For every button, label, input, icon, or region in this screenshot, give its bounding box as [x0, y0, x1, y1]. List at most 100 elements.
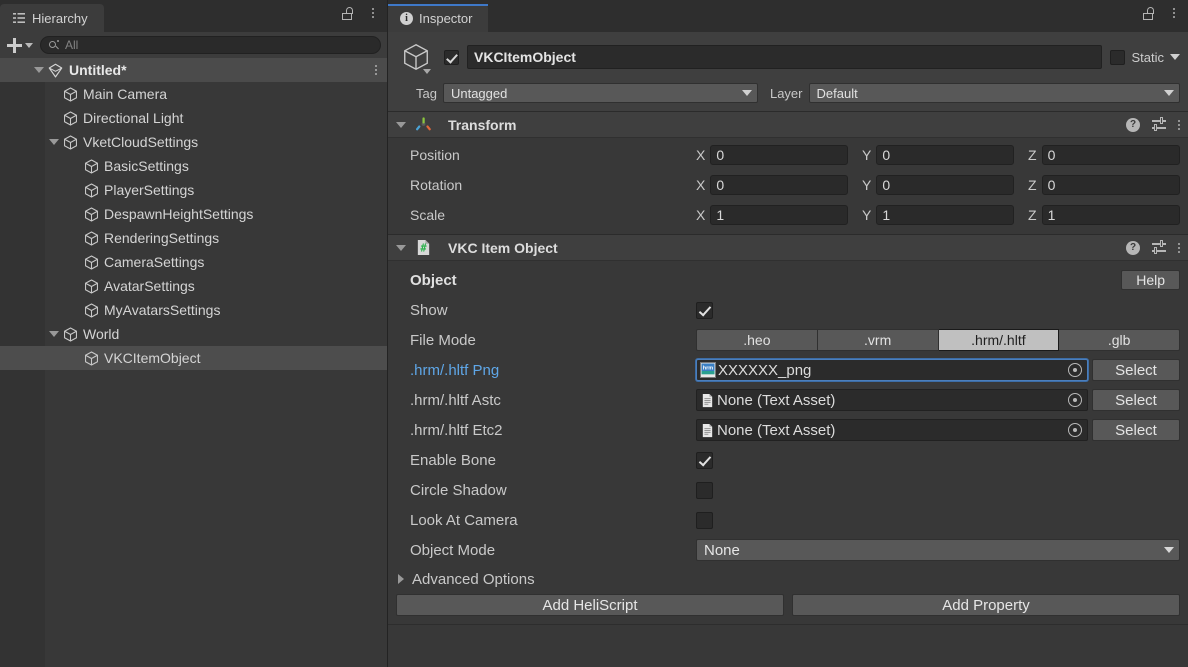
transform-position-z-input[interactable]: 0 [1042, 145, 1180, 165]
tab-hierarchy[interactable]: Hierarchy [0, 4, 104, 32]
vkc-advanced-options-label: Advanced Options [412, 571, 535, 588]
inspector-panel: i Inspector [388, 0, 1188, 667]
object-picker-icon[interactable] [1068, 393, 1082, 407]
hierarchy-item-basicsettings[interactable]: BasicSettings [0, 154, 387, 178]
select-button-1[interactable]: Select [1092, 389, 1180, 411]
hrm-asset-icon: hrm [700, 362, 716, 378]
object-field-input-2[interactable]: None (Text Asset) [696, 419, 1088, 441]
foldout-triangle-icon[interactable] [396, 245, 406, 251]
hierarchy-item-vketcloudsettings[interactable]: VketCloudSettings [0, 130, 387, 154]
help-icon[interactable]: ? [1126, 241, 1140, 255]
layer-dropdown[interactable]: Default [809, 83, 1181, 103]
file-mode-option-heo[interactable]: .heo [696, 329, 818, 351]
gameobject-icon-button[interactable] [396, 38, 436, 76]
chevron-down-icon [25, 43, 33, 48]
transform-scale-z-input[interactable]: 1 [1042, 205, 1180, 225]
vkc-toggle-checkbox-enable-bone[interactable] [696, 452, 713, 469]
axis-label-x: X [696, 207, 705, 223]
inspector-lock-button[interactable] [1140, 4, 1156, 22]
axis-x: X0 [696, 175, 848, 195]
kebab-menu-icon[interactable] [375, 65, 377, 75]
hierarchy-item-directional-light[interactable]: Directional Light [0, 106, 387, 130]
kebab-menu-icon[interactable] [1178, 120, 1180, 130]
gameobject-enabled-checkbox[interactable] [444, 50, 459, 65]
static-label: Static [1131, 50, 1164, 65]
vkc-object-mode-dropdown[interactable]: None [696, 539, 1180, 561]
vkc-show-checkbox[interactable] [696, 302, 713, 319]
preset-sliders-icon[interactable] [1152, 118, 1166, 131]
axis-y: Y0 [862, 145, 1014, 165]
hierarchy-item-myavatarssettings[interactable]: MyAvatarsSettings [0, 298, 387, 322]
hierarchy-item-main-camera[interactable]: Main Camera [0, 82, 387, 106]
object-picker-icon[interactable] [1068, 363, 1082, 377]
vkc-toggle-checkbox-look-at-camera[interactable] [696, 512, 713, 529]
select-button-0[interactable]: Select [1092, 359, 1180, 381]
kebab-menu-icon [1173, 8, 1175, 18]
hierarchy-scene-row[interactable]: Untitled* [0, 58, 387, 82]
hierarchy-lock-button[interactable] [339, 4, 355, 22]
foldout-triangle-icon[interactable] [396, 122, 406, 128]
layer-value: Default [817, 86, 858, 101]
select-button-2[interactable]: Select [1092, 419, 1180, 441]
inspector-menu-button[interactable] [1166, 4, 1182, 22]
transform-header[interactable]: Transform ? [388, 112, 1188, 138]
unity-editor-window: Hierarchy [0, 0, 1188, 667]
object-field-input-1[interactable]: None (Text Asset) [696, 389, 1088, 411]
hierarchy-search-input[interactable]: All [40, 36, 381, 54]
file-mode-option-glb[interactable]: .glb [1059, 329, 1180, 351]
vector3-field: X1Y1Z1 [696, 205, 1180, 225]
hierarchy-item-vkcitemobject[interactable]: VKCItemObject [0, 346, 387, 370]
static-checkbox[interactable] [1110, 50, 1125, 65]
file-mode-option-hrm-hltf[interactable]: .hrm/.hltf [939, 329, 1060, 351]
tab-inspector[interactable]: i Inspector [388, 4, 488, 32]
vkc-object-mode-label: Object Mode [396, 542, 696, 559]
object-picker-icon[interactable] [1068, 423, 1082, 437]
padlock-open-icon [342, 7, 353, 20]
axis-label-z: Z [1028, 207, 1037, 223]
unity-scene-icon [47, 62, 64, 79]
vkc-file-mode-label: File Mode [396, 332, 696, 349]
foldout-triangle-icon[interactable] [34, 67, 44, 73]
vkc-toggle-checkbox-circle-shadow[interactable] [696, 482, 713, 499]
hierarchy-item-playersettings[interactable]: PlayerSettings [0, 178, 387, 202]
hierarchy-item-despawnheightsettings[interactable]: DespawnHeightSettings [0, 202, 387, 226]
foldout-triangle-icon[interactable] [49, 331, 59, 337]
transform-position-y-input[interactable]: 0 [876, 145, 1014, 165]
vkc-help-button[interactable]: Help [1121, 270, 1180, 290]
create-gameobject-button[interactable] [4, 35, 36, 55]
hierarchy-item-renderingsettings[interactable]: RenderingSettings [0, 226, 387, 250]
transform-position-x-input[interactable]: 0 [710, 145, 848, 165]
vkc-advanced-options-foldout[interactable]: Advanced Options [388, 565, 1188, 591]
hierarchy-menu-button[interactable] [365, 4, 381, 22]
object-field-input-0[interactable]: hrm XXXXXX_png [696, 359, 1088, 381]
info-icon: i [400, 12, 413, 25]
transform-scale-y-input[interactable]: 1 [876, 205, 1014, 225]
tag-dropdown[interactable]: Untagged [443, 83, 758, 103]
static-dropdown-arrow[interactable] [1170, 54, 1180, 60]
transform-rotation-label: Rotation [396, 177, 696, 193]
preset-sliders-icon[interactable] [1152, 241, 1166, 254]
chevron-down-icon [1164, 547, 1174, 553]
transform-rotation-z-input[interactable]: 0 [1042, 175, 1180, 195]
vkc-item-object-header[interactable]: # VKC Item Object ? [388, 235, 1188, 261]
hierarchy-item-world[interactable]: World [0, 322, 387, 346]
help-icon[interactable]: ? [1126, 118, 1140, 132]
hierarchy-item-label: AvatarSettings [104, 278, 195, 294]
hierarchy-item-camerasettings[interactable]: CameraSettings [0, 250, 387, 274]
svg-text:#: # [420, 242, 427, 254]
vkc-asset-label-1: .hrm/.hltf Astc [396, 392, 696, 409]
vkc-toggle-control-circle-shadow [696, 482, 1180, 499]
gameobject-name-input[interactable]: VKCItemObject [467, 45, 1102, 69]
hierarchy-item-avatarsettings[interactable]: AvatarSettings [0, 274, 387, 298]
add-heliscript-button[interactable]: Add HeliScript [396, 594, 784, 616]
kebab-menu-icon[interactable] [1178, 243, 1180, 253]
add-property-button[interactable]: Add Property [792, 594, 1180, 616]
foldout-triangle-icon[interactable] [49, 139, 59, 145]
file-mode-option-vrm[interactable]: .vrm [818, 329, 939, 351]
gameobject-cube-icon [62, 110, 79, 127]
hierarchy-scene-label: Untitled* [69, 62, 127, 78]
transform-rotation-y-input[interactable]: 0 [876, 175, 1014, 195]
transform-rotation-x-input[interactable]: 0 [710, 175, 848, 195]
vkc-item-object-title: VKC Item Object [448, 240, 558, 256]
transform-scale-x-input[interactable]: 1 [710, 205, 848, 225]
